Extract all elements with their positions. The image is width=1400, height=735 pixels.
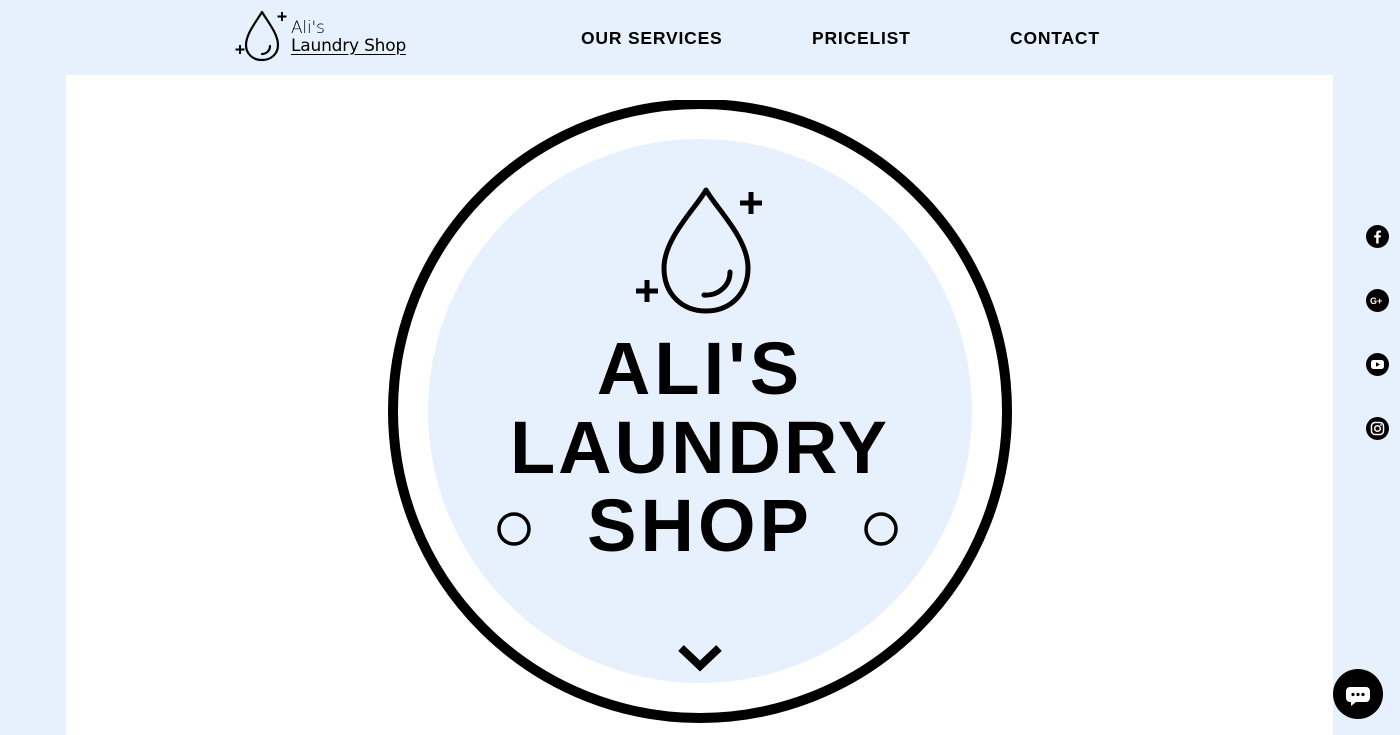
facebook-link[interactable]: [1366, 225, 1389, 248]
chat-button[interactable]: [1333, 669, 1383, 719]
chat-bubble-icon: [1346, 687, 1370, 706]
google-plus-icon: G+: [1370, 296, 1382, 306]
google-plus-link[interactable]: G+: [1366, 289, 1389, 312]
facebook-icon: [1374, 230, 1381, 244]
chevron-down-icon: [678, 645, 722, 672]
nav-pricelist[interactable]: PRICELIST: [812, 28, 911, 49]
site-header: Ali's Laundry Shop OUR SERVICES PRICELIS…: [0, 0, 1400, 75]
nav-contact[interactable]: CONTACT: [1010, 28, 1100, 49]
hero-title-line-3: SHOP: [587, 484, 813, 567]
hero-badge: ALI'S LAUNDRY SHOP: [387, 100, 1013, 726]
instagram-icon: [1370, 421, 1385, 436]
logo-name: Ali's: [291, 18, 325, 38]
svg-text:G+: G+: [1370, 296, 1382, 306]
youtube-link[interactable]: [1366, 353, 1389, 376]
hero-title-line-1: ALI'S: [596, 327, 804, 410]
water-drop-icon: [235, 10, 287, 62]
instagram-link[interactable]: [1366, 417, 1389, 440]
logo-subtitle: Laundry Shop: [291, 36, 407, 56]
water-drop-icon: [636, 187, 762, 314]
site-logo[interactable]: Ali's Laundry Shop: [234, 8, 414, 64]
youtube-icon: [1371, 360, 1384, 369]
page: Ali's Laundry Shop OUR SERVICES PRICELIS…: [0, 0, 1400, 735]
nav-our-services[interactable]: OUR SERVICES: [581, 28, 723, 49]
hero-title-line-2: LAUNDRY: [509, 406, 890, 489]
scroll-down-button[interactable]: [675, 640, 725, 674]
